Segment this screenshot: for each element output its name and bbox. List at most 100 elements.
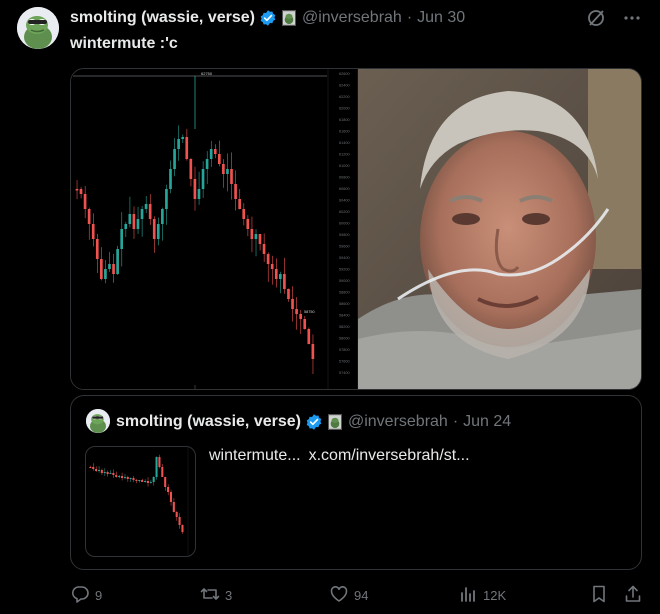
crying-man-photo[interactable] — [358, 69, 641, 389]
candlestick-chart-image[interactable]: 62750 62600 62400 62200 62000 61800 61600 61400… — [71, 69, 358, 389]
share-button[interactable] — [623, 583, 643, 607]
quoted-author-name: smolting (wassie, verse) — [116, 413, 301, 430]
quoted-link[interactable]: x.com/inversebrah/st... — [309, 447, 470, 464]
thumb-candle-body — [103, 472, 106, 473]
verified-badge-icon — [305, 413, 323, 431]
candle-body — [189, 159, 193, 179]
thumb-candle-body — [178, 517, 181, 525]
candle-body — [100, 259, 103, 279]
bookmark-button[interactable] — [589, 583, 609, 607]
candle-body — [201, 169, 205, 189]
price-tick-label: 58600 — [339, 302, 350, 306]
like-count: 94 — [354, 587, 369, 603]
price-tick-label: 59200 — [339, 268, 350, 272]
candle-body — [75, 189, 79, 191]
candle-body — [197, 189, 201, 199]
quoted-tweet[interactable]: smolting (wassie, verse) @inversebrah · … — [70, 395, 642, 570]
thumb-candle-body — [152, 477, 155, 482]
candle-body — [104, 269, 107, 279]
tweet-date[interactable]: Jun 30 — [417, 9, 465, 27]
thumb-candle-body — [143, 481, 147, 482]
price-tick-label: 59800 — [339, 233, 350, 237]
grok-icon[interactable] — [586, 8, 606, 28]
quoted-text: wintermute... — [209, 447, 301, 464]
author-name[interactable]: smolting (wassie, verse) — [70, 9, 255, 27]
candle-body — [238, 199, 241, 209]
views-count: 12K — [483, 587, 507, 603]
quoted-tweet-header: smolting (wassie, verse) @inversebrah · … — [116, 413, 511, 431]
candle-body — [83, 194, 87, 209]
candle-body — [148, 204, 152, 219]
repost-button[interactable]: 3 — [200, 583, 232, 607]
thumb-candle-body — [106, 472, 109, 474]
candle-body — [222, 164, 225, 174]
thumb-candle-body — [135, 480, 138, 481]
price-tick-label: 61000 — [339, 164, 350, 168]
author-handle[interactable]: @inversebrah — [302, 9, 402, 27]
candle-body — [205, 159, 209, 169]
affiliate-badge-icon[interactable] — [281, 10, 296, 26]
price-tick-label: 58800 — [339, 291, 350, 295]
candle-body — [91, 224, 95, 239]
price-tick-label: 59400 — [339, 256, 350, 260]
tweet-text: wintermute :'c — [70, 35, 178, 52]
verified-badge-icon[interactable] — [259, 9, 277, 27]
affiliate-badge-icon — [327, 414, 342, 430]
price-tick-label: 57400 — [339, 371, 350, 375]
like-button[interactable]: 94 — [329, 583, 368, 607]
tweet-top-actions — [586, 8, 642, 28]
candle-body — [303, 319, 307, 329]
thumb-candle-body — [115, 475, 118, 477]
share-icon — [623, 584, 643, 607]
candle-body — [250, 229, 254, 239]
candle-body — [124, 224, 128, 229]
tweet-action-bar: 9 3 94 12K — [70, 583, 645, 607]
tweet-media[interactable]: 62750 62600 62400 62200 62000 61800 61600 61400… — [70, 68, 642, 390]
candle-body — [87, 209, 91, 224]
thumb-candle-body — [149, 482, 152, 483]
separator-dot: · — [452, 413, 459, 430]
price-tick-label: 61800 — [339, 118, 350, 122]
candle-body — [144, 204, 148, 209]
candle-body — [95, 239, 99, 259]
thumb-candle-body — [92, 467, 95, 469]
thumb-candle-body — [109, 473, 112, 474]
more-icon[interactable] — [622, 8, 642, 28]
price-tick-label: 62600 — [339, 72, 350, 76]
candle-body — [181, 137, 185, 139]
price-tick-label: 61400 — [339, 141, 350, 145]
quoted-chart-thumbnail[interactable] — [85, 446, 196, 557]
repost-count: 3 — [225, 587, 233, 603]
reply-button[interactable]: 9 — [70, 583, 102, 607]
price-tick-label: 60000 — [339, 222, 350, 226]
thumb-candle-body — [123, 477, 126, 478]
candle-body — [185, 137, 189, 159]
bookmark-icon — [589, 584, 609, 607]
candle-body — [291, 299, 294, 309]
quoted-author-handle: @inversebrah — [347, 413, 448, 430]
author-avatar[interactable] — [17, 7, 59, 49]
price-tick-label: 60800 — [339, 176, 350, 180]
thumb-candle-body — [141, 480, 144, 482]
price-tick-label: 62400 — [339, 84, 350, 88]
candle-body — [193, 179, 197, 199]
reply-count: 9 — [95, 587, 103, 603]
candle-body — [132, 214, 136, 229]
thumb-candle-body — [155, 457, 158, 477]
price-tick-label: 62000 — [339, 107, 350, 111]
price-tick-label: 62200 — [339, 95, 350, 99]
views-button[interactable]: 12K — [458, 583, 506, 607]
price-tick-label: 61200 — [339, 153, 350, 157]
candle-body — [283, 274, 286, 289]
candle-body — [108, 264, 111, 269]
price-tick-label: 57600 — [339, 360, 350, 364]
candle-body — [295, 309, 298, 314]
candle-body — [165, 189, 168, 209]
candle-body — [116, 249, 119, 274]
thumb-candle-body — [158, 457, 161, 467]
thumb-candle-body — [181, 525, 184, 532]
price-tick-label: 60200 — [339, 210, 350, 214]
quoted-tweet-date: Jun 24 — [463, 413, 512, 430]
candle-body — [270, 264, 274, 269]
candle-body — [254, 234, 258, 239]
